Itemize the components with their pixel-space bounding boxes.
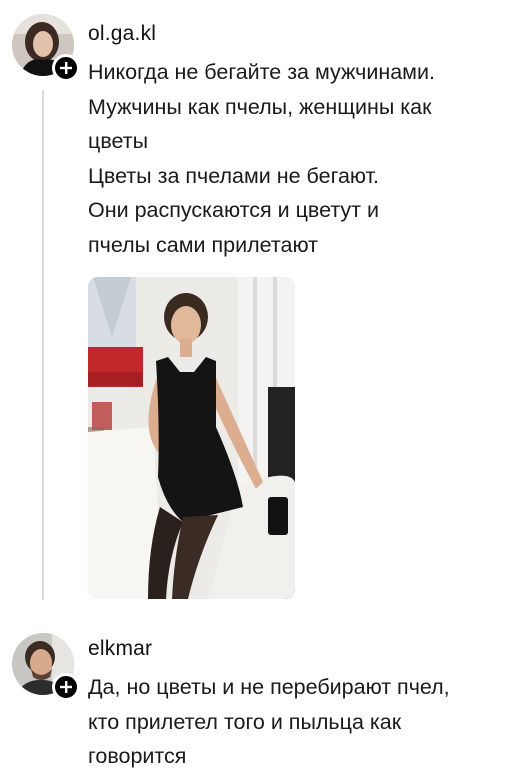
post-text-line: кто прилетел того и пыльца как bbox=[88, 709, 402, 734]
follow-badge[interactable] bbox=[52, 673, 80, 701]
follow-badge[interactable] bbox=[52, 54, 80, 82]
avatar-container[interactable] bbox=[12, 14, 80, 82]
post-text-line: Они распускаются и цветут и bbox=[88, 198, 379, 222]
post-text-line: говорится bbox=[88, 744, 187, 768]
post-text-line: Да, но цветы и не перебирают пчел, bbox=[88, 675, 450, 699]
post-text-line: Мужчины как пчелы, женщины как bbox=[88, 94, 432, 119]
post-text: Да, но цветы и не перебирают пчел, кто п… bbox=[88, 670, 518, 774]
username[interactable]: ol.ga.kl bbox=[88, 22, 156, 46]
thread-line bbox=[42, 90, 44, 600]
post-text: Никогда не бегайте за мужчинами. Мужчины… bbox=[88, 55, 518, 262]
post: elkmar Да, но цветы и не перебирают пчел… bbox=[0, 615, 526, 783]
post: ol.ga.kl Никогда не бегайте за мужчинами… bbox=[0, 0, 526, 615]
username[interactable]: elkmar bbox=[88, 637, 152, 661]
post-text-line: Никогда не бегайте за мужчинами. bbox=[88, 60, 435, 84]
post-text-line: цветы bbox=[88, 129, 149, 153]
post-photo[interactable] bbox=[88, 277, 295, 599]
post-text-line: Цветы за пчелами не бегают. bbox=[88, 163, 379, 188]
avatar-container[interactable] bbox=[12, 633, 80, 701]
plus-icon bbox=[60, 681, 72, 693]
plus-icon bbox=[60, 62, 72, 74]
post-text-line: пчелы сами прилетают bbox=[88, 232, 318, 257]
